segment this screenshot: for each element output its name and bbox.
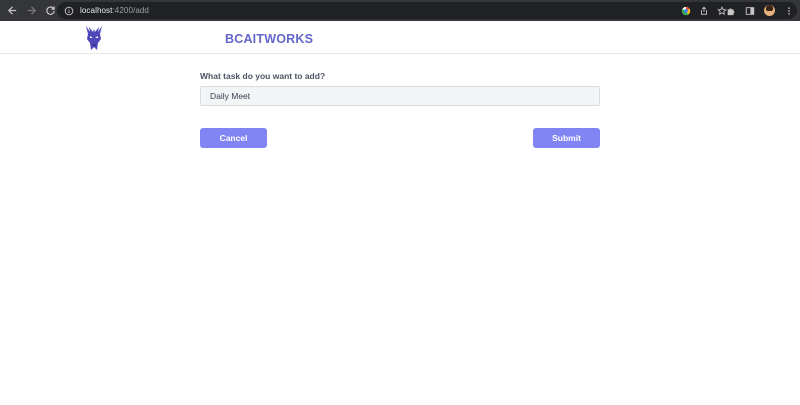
task-input[interactable] — [200, 86, 600, 106]
kebab-menu-icon[interactable] — [784, 6, 794, 16]
google-icon[interactable] — [681, 6, 691, 16]
brand-title[interactable]: BCAITWORKS — [225, 32, 313, 46]
dragon-logo-icon[interactable] — [84, 24, 104, 52]
forward-button[interactable] — [22, 2, 40, 20]
arrow-left-icon — [7, 6, 16, 15]
app-header: BCAITWORKS — [0, 21, 800, 54]
avatar[interactable] — [764, 5, 775, 16]
task-label: What task do you want to add? — [200, 71, 326, 81]
url-host: localhost — [80, 6, 113, 15]
arrow-right-icon — [27, 6, 36, 15]
share-icon[interactable] — [699, 6, 709, 16]
cancel-button[interactable]: Cancel — [200, 128, 267, 148]
submit-button[interactable]: Submit — [533, 128, 600, 148]
info-icon[interactable] — [63, 5, 74, 16]
puzzle-icon[interactable] — [726, 6, 736, 16]
reload-icon — [45, 6, 55, 15]
address-bar[interactable]: localhost:4200/add — [57, 2, 797, 19]
back-button[interactable] — [3, 2, 21, 20]
address-bar-actions — [681, 2, 727, 19]
url-path: :4200/add — [112, 6, 149, 15]
side-panel-icon[interactable] — [745, 6, 755, 16]
toolbar-icons — [726, 2, 794, 19]
browser-toolbar: localhost:4200/add — [0, 0, 800, 21]
url-text[interactable]: localhost:4200/add — [80, 6, 149, 15]
